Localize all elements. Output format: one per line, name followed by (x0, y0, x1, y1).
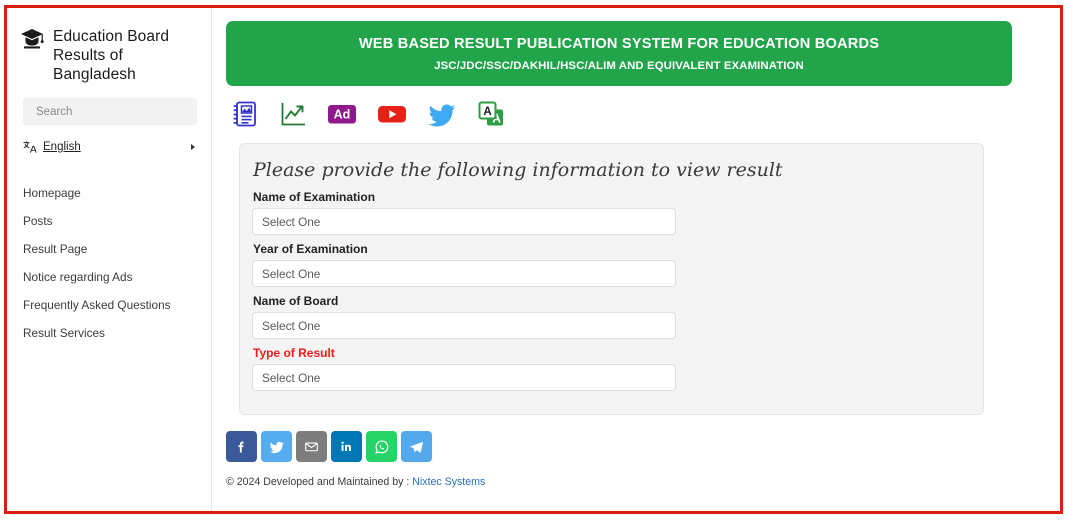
ad-badge-icon[interactable]: Ad (327, 100, 357, 128)
footer: © 2024 Developed and Maintained by : Nix… (226, 476, 1012, 488)
field-label: Year of Examination (253, 242, 368, 256)
sidebar: Education Board Results of Bangladesh En… (7, 8, 212, 511)
sidebar-item-frequently-asked-questions[interactable]: Frequently Asked Questions (7, 291, 211, 319)
exam-year-select[interactable]: Select One (252, 260, 676, 287)
twitter-share-button[interactable] (261, 431, 292, 462)
field-label: Name of Board (253, 294, 339, 308)
banner-subtitle: JSC/JDC/SSC/DAKHIL/HSC/ALIM AND EQUIVALE… (434, 60, 804, 72)
page-banner: WEB BASED RESULT PUBLICATION SYSTEM FOR … (226, 21, 1012, 86)
sidebar-item-result-services[interactable]: Result Services (7, 319, 211, 347)
exam-name-select[interactable]: Select One (252, 208, 676, 235)
select-value: Select One (262, 370, 321, 385)
site-brand[interactable]: Education Board Results of Bangladesh (7, 22, 211, 84)
translate-icon (23, 140, 37, 154)
board-name-select[interactable]: Select One (252, 312, 676, 339)
result-type-select[interactable]: Select One (252, 364, 676, 391)
sidebar-item-posts[interactable]: Posts (7, 207, 211, 235)
twitter-icon[interactable] (427, 100, 457, 128)
field-name-of-examination: Name of Examination Select One (252, 190, 969, 235)
field-name-of-board: Name of Board Select One (252, 294, 969, 339)
select-value: Select One (262, 318, 321, 333)
sidebar-item-result-page[interactable]: Result Page (7, 235, 211, 263)
svg-text:Ad: Ad (334, 108, 351, 122)
linkedin-share-button[interactable] (331, 431, 362, 462)
graduation-cap-icon (19, 26, 45, 66)
main-content: WEB BASED RESULT PUBLICATION SYSTEM FOR … (212, 8, 1060, 511)
result-sheet-icon[interactable] (231, 100, 259, 128)
chevron-right-icon (191, 144, 195, 150)
quick-links-row: Ad A (226, 98, 1012, 130)
field-label: Name of Examination (253, 190, 376, 204)
facebook-share-button[interactable] (226, 431, 257, 462)
site-title: Education Board Results of Bangladesh (53, 28, 170, 83)
field-type-of-result: Type of Result Select One (252, 346, 969, 391)
select-value: Select One (262, 214, 321, 229)
whatsapp-share-button[interactable] (366, 431, 397, 462)
page-frame: Education Board Results of Bangladesh En… (4, 5, 1063, 514)
sidebar-item-notice-regarding-ads[interactable]: Notice regarding Ads (7, 263, 211, 291)
result-form-card: Please provide the following information… (239, 143, 984, 415)
email-share-button[interactable] (296, 431, 327, 462)
field-year-of-examination: Year of Examination Select One (252, 242, 969, 287)
language-selector[interactable]: English (23, 137, 197, 157)
telegram-share-button[interactable] (401, 431, 432, 462)
footer-link-nixtec-systems[interactable]: Nixtec Systems (412, 476, 485, 488)
form-heading: Please provide the following information… (253, 159, 783, 181)
footer-text: © 2024 Developed and Maintained by : (226, 476, 413, 488)
social-share-row (226, 431, 1012, 462)
field-label-required: Type of Result (253, 346, 335, 360)
youtube-icon[interactable] (377, 100, 407, 128)
banner-title: WEB BASED RESULT PUBLICATION SYSTEM FOR … (358, 36, 880, 52)
google-translate-icon[interactable]: A (477, 100, 505, 128)
search-box[interactable] (23, 98, 197, 125)
search-input[interactable] (34, 104, 186, 119)
sidebar-item-homepage[interactable]: Homepage (7, 179, 211, 207)
svg-text:A: A (483, 106, 491, 118)
statistics-chart-icon[interactable] (279, 100, 307, 128)
language-label[interactable]: English (43, 141, 185, 153)
sidebar-nav: Homepage Posts Result Page Notice regard… (7, 179, 211, 347)
select-value: Select One (262, 266, 321, 281)
